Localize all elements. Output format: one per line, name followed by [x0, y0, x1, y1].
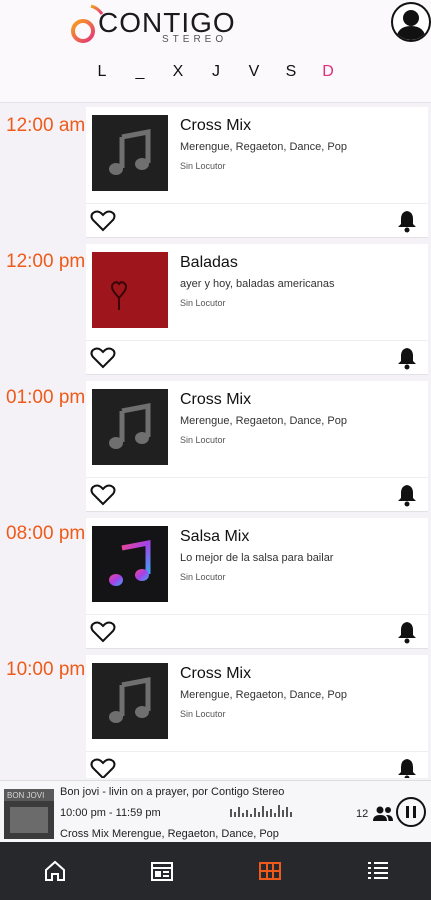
favorite-heart-icon[interactable]	[90, 483, 116, 507]
program-description: Merengue, Regaeton, Dance, Pop	[180, 415, 347, 427]
program-title: Baladas	[180, 254, 238, 271]
program-description: Merengue, Regaeton, Dance, Pop	[180, 689, 347, 701]
mini-player[interactable]: BON JOVI Bon jovi - livin on a prayer, p…	[0, 780, 431, 843]
app-header: CONTIGO STEREO L _ X J V S D	[0, 0, 431, 103]
program-host: Sin Locutor	[180, 709, 226, 719]
program-host: Sin Locutor	[180, 298, 226, 308]
schedule-time: 01:00 pm	[6, 387, 86, 408]
program-description: ayer y hoy, baladas americanas	[180, 278, 335, 290]
program-card[interactable]: Cross Mix Merengue, Regaeton, Dance, Pop…	[86, 655, 428, 778]
user-avatar-icon[interactable]	[391, 2, 431, 42]
program-card[interactable]: Cross Mix Merengue, Regaeton, Dance, Pop…	[86, 381, 428, 512]
album-art-text: BON JOVI	[7, 791, 44, 800]
notification-bell-icon[interactable]	[396, 757, 418, 778]
card-divider	[86, 203, 428, 204]
day-tab-v[interactable]: V	[242, 63, 266, 81]
album-art: BON JOVI	[4, 789, 54, 839]
notification-bell-icon[interactable]	[396, 483, 418, 507]
day-tab-m[interactable]: _	[128, 63, 152, 81]
contigo-stereo-logo: CONTIGO STEREO	[70, 4, 235, 46]
logo-subtitle: STEREO	[162, 34, 228, 45]
favorite-heart-icon[interactable]	[90, 757, 116, 778]
program-title: Cross Mix	[180, 391, 252, 408]
notification-bell-icon[interactable]	[396, 346, 418, 370]
program-card[interactable]: Cross Mix Merengue, Regaeton, Dance, Pop…	[86, 107, 428, 238]
card-divider	[86, 340, 428, 341]
day-selector: L _ X J V S D	[0, 63, 431, 85]
now-playing-text: Bon jovi - livin on a prayer, por Contig…	[60, 786, 285, 798]
listener-count: 12	[356, 808, 369, 820]
notification-bell-icon[interactable]	[396, 620, 418, 644]
program-title: Salsa Mix	[180, 528, 250, 545]
program-host: Sin Locutor	[180, 572, 226, 582]
schedule-list[interactable]: 12:00 am Cross Mix Merengue, Regaeton, D…	[0, 103, 431, 778]
card-divider	[86, 614, 428, 615]
schedule-time: 12:00 pm	[6, 251, 86, 272]
music-note-gray-icon	[92, 389, 168, 465]
program-host: Sin Locutor	[180, 435, 226, 445]
audio-waveform-icon	[230, 805, 292, 817]
favorite-heart-icon[interactable]	[90, 620, 116, 644]
program-title: Cross Mix	[180, 117, 252, 134]
schedule-time: 12:00 am	[6, 115, 86, 136]
music-note-gray-icon	[92, 115, 168, 191]
news-icon[interactable]	[149, 858, 175, 884]
program-host: Sin Locutor	[180, 161, 226, 171]
show-time-range: 10:00 pm - 11:59 pm	[60, 807, 161, 819]
music-note-gradient-icon	[92, 526, 168, 602]
home-icon[interactable]	[42, 858, 68, 884]
program-title: Cross Mix	[180, 665, 252, 682]
favorite-heart-icon[interactable]	[90, 346, 116, 370]
favorite-heart-icon[interactable]	[90, 209, 116, 233]
bottom-navigation	[0, 842, 431, 900]
day-tab-s[interactable]: S	[279, 63, 303, 81]
day-tab-x[interactable]: X	[166, 63, 190, 81]
card-divider	[86, 751, 428, 752]
notification-bell-icon[interactable]	[396, 209, 418, 233]
program-description: Merengue, Regaeton, Dance, Pop	[180, 141, 347, 153]
schedule-grid-icon[interactable]	[257, 858, 283, 884]
day-tab-l[interactable]: L	[90, 63, 114, 81]
card-divider	[86, 477, 428, 478]
red-heart-lock-artwork	[92, 252, 168, 328]
pause-icon	[406, 806, 416, 818]
day-tab-j[interactable]: J	[204, 63, 228, 81]
pause-button[interactable]	[396, 797, 426, 827]
schedule-time: 08:00 pm	[6, 523, 86, 544]
music-note-gray-icon	[92, 663, 168, 739]
program-card[interactable]: Baladas ayer y hoy, baladas americanas S…	[86, 244, 428, 375]
schedule-time: 10:00 pm	[6, 659, 86, 680]
day-tab-d[interactable]: D	[316, 63, 340, 81]
current-show-text: Cross Mix Merengue, Regaeton, Dance, Pop	[60, 828, 279, 840]
listeners-icon	[373, 806, 393, 821]
playlist-icon[interactable]	[365, 858, 391, 884]
program-card[interactable]: Salsa Mix Lo mejor de la salsa para bail…	[86, 518, 428, 649]
program-description: Lo mejor de la salsa para bailar	[180, 552, 334, 564]
